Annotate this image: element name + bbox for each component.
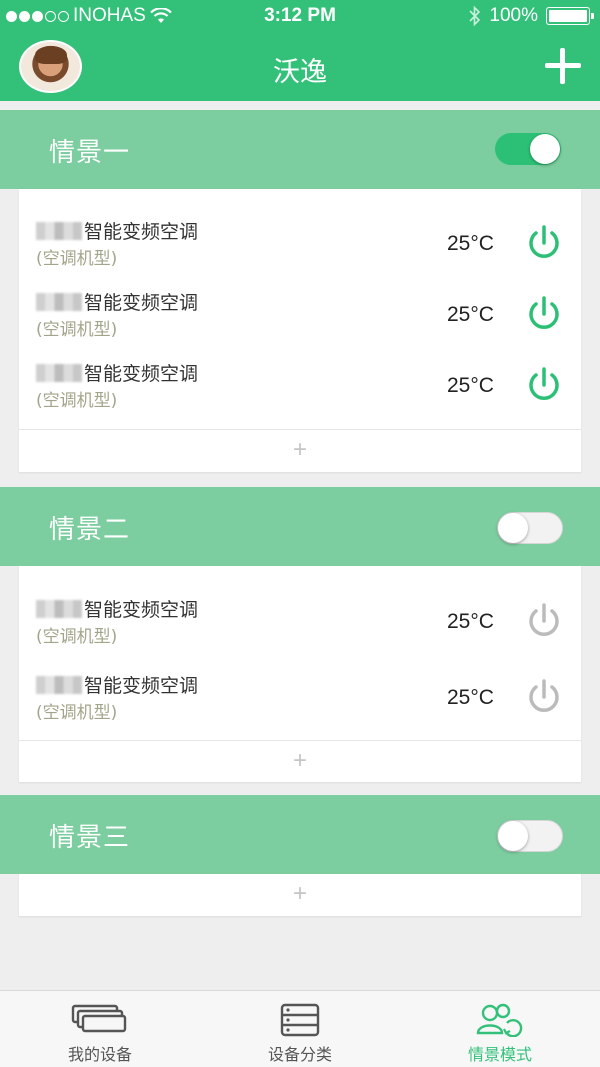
scene-mode-icon: [476, 1003, 523, 1037]
power-icon[interactable]: [525, 678, 563, 716]
scene-card-1: 智能变频空调 (空调机型) 25°C 智能变频空调 (空调机型) 25°C 智能…: [19, 189, 581, 472]
tab-my-devices[interactable]: 我的设备: [0, 991, 200, 1067]
add-scene-button[interactable]: [545, 48, 581, 84]
add-device-button[interactable]: +: [19, 874, 581, 916]
battery-percent: 100%: [489, 5, 538, 26]
status-right: 100%: [469, 5, 594, 27]
tab-label: 我的设备: [67, 1045, 132, 1064]
device-row[interactable]: 智能变频空调 (空调机型) 25°C: [19, 671, 581, 741]
power-icon[interactable]: [525, 295, 563, 333]
brand-redacted: [36, 292, 82, 311]
device-type: (空调机型): [36, 627, 118, 647]
device-name: 智能变频空调: [84, 363, 199, 385]
tab-scene-mode[interactable]: 情景模式: [400, 991, 600, 1067]
add-device-button[interactable]: +: [19, 429, 581, 471]
app-header: INOHAS 3:12 PM 100% 沃逸: [0, 0, 600, 101]
brand-redacted: [36, 599, 82, 618]
scene-header-2: 情景二: [0, 487, 600, 566]
device-temperature: 25°C: [447, 610, 494, 633]
page-title: 沃逸: [273, 57, 327, 88]
brand-redacted: [36, 221, 82, 240]
device-type: (空调机型): [36, 703, 118, 723]
device-row[interactable]: 智能变频空调 (空调机型) 25°C: [19, 217, 581, 287]
device-temperature: 25°C: [447, 686, 494, 709]
device-name: 智能变频空调: [84, 675, 199, 697]
device-name: 智能变频空调: [84, 292, 199, 314]
devices-icon: [71, 1004, 127, 1033]
battery-icon: [546, 7, 594, 25]
brand-redacted: [36, 675, 82, 694]
tab-bar: 我的设备 设备分类 情景模式: [0, 990, 600, 1067]
scene-card-2: 智能变频空调 (空调机型) 25°C 智能变频空调 (空调机型) 25°C +: [19, 566, 581, 782]
device-name: 智能变频空调: [84, 599, 199, 621]
scene-card-3: +: [19, 874, 581, 916]
power-icon[interactable]: [525, 224, 563, 262]
device-name: 智能变频空调: [84, 221, 199, 243]
status-bar: INOHAS 3:12 PM 100%: [0, 0, 600, 34]
scene-toggle-3[interactable]: [497, 820, 563, 852]
scene-title: 情景二: [49, 515, 131, 545]
power-icon[interactable]: [525, 366, 563, 404]
scene-title: 情景三: [49, 823, 131, 853]
bluetooth-icon: [469, 6, 481, 26]
scene-toggle-2[interactable]: [497, 512, 563, 544]
tab-label: 设备分类: [267, 1045, 332, 1064]
scene-toggle-1[interactable]: [495, 133, 561, 165]
device-row[interactable]: 智能变频空调 (空调机型) 25°C: [19, 595, 581, 665]
device-temperature: 25°C: [447, 374, 494, 397]
tab-label: 情景模式: [467, 1045, 532, 1064]
device-temperature: 25°C: [447, 303, 494, 326]
add-device-button[interactable]: +: [19, 740, 581, 782]
scene-header-3: 情景三: [0, 795, 600, 874]
device-row[interactable]: 智能变频空调 (空调机型) 25°C: [19, 359, 581, 429]
device-temperature: 25°C: [447, 232, 494, 255]
scene-header-1: 情景一: [0, 110, 600, 189]
device-type: (空调机型): [36, 320, 118, 340]
scene-title: 情景一: [49, 138, 131, 168]
tab-device-category[interactable]: 设备分类: [200, 991, 400, 1067]
device-type: (空调机型): [36, 249, 118, 269]
brand-redacted: [36, 363, 82, 382]
device-row[interactable]: 智能变频空调 (空调机型) 25°C: [19, 288, 581, 358]
device-type: (空调机型): [36, 391, 118, 411]
category-icon: [280, 1003, 320, 1037]
power-icon[interactable]: [525, 602, 563, 640]
